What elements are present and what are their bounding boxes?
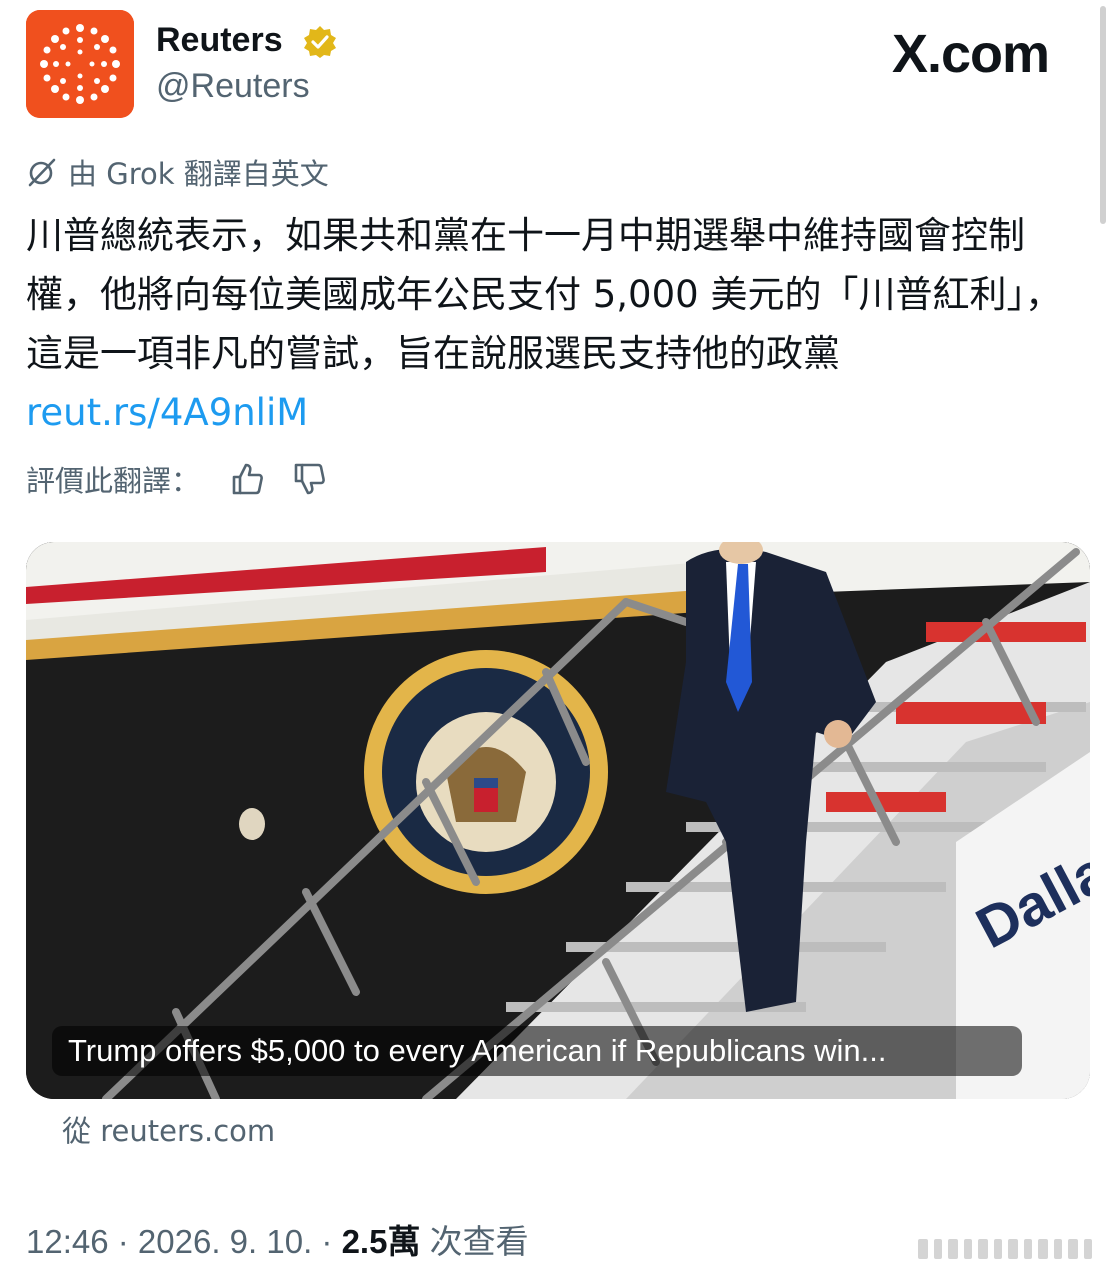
thumbs-up-icon[interactable] [228, 460, 266, 498]
account-name[interactable]: Reuters [156, 18, 283, 62]
tweet-time[interactable]: 12:46 [26, 1223, 109, 1260]
meta-separator: · [312, 1223, 342, 1260]
article-photo: Dallas [26, 542, 1090, 1099]
grok-icon [28, 158, 56, 187]
translation-indicator: 由 Grok 翻譯自英文 [26, 152, 329, 192]
tweet-body: 川普總統表示，如果共和黨在十一月中期選舉中維持國會控制權，他將向每位美國成年公民… [26, 214, 1062, 375]
view-count: 2.5萬 [341, 1223, 421, 1260]
tweet-link[interactable]: reut.rs/4A9nliM [26, 391, 308, 434]
view-label: 次查看 [420, 1223, 529, 1260]
meta-separator: · [108, 1223, 138, 1260]
thumbs-down-icon[interactable] [290, 460, 328, 498]
avatar[interactable] [26, 10, 134, 118]
reuters-logo-icon [26, 10, 134, 118]
verified-badge-icon [304, 26, 336, 58]
site-label: X.com [892, 24, 1050, 84]
watermark [918, 1239, 1092, 1259]
account-handle[interactable]: @Reuters [156, 64, 310, 108]
link-card[interactable]: Dallas Trump offers $5,000 to every Amer… [26, 542, 1090, 1099]
rate-translation: 評價此翻譯： [26, 456, 328, 502]
tweet-date[interactable]: 2026. 9. 10. [138, 1223, 312, 1260]
scrollbar[interactable] [1100, 6, 1106, 224]
card-source[interactable]: 從 reuters.com [62, 1110, 275, 1152]
translation-label: 由 Grok 翻譯自英文 [68, 157, 329, 191]
card-caption: Trump offers $5,000 to every American if… [52, 1026, 1022, 1076]
rate-label: 評價此翻譯： [26, 464, 201, 498]
tweet-meta: 12:46 · 2026. 9. 10. · 2.5萬 次查看 [26, 1220, 529, 1264]
tweet-text: 川普總統表示，如果共和黨在十一月中期選舉中維持國會控制權，他將向每位美國成年公民… [26, 206, 1096, 442]
